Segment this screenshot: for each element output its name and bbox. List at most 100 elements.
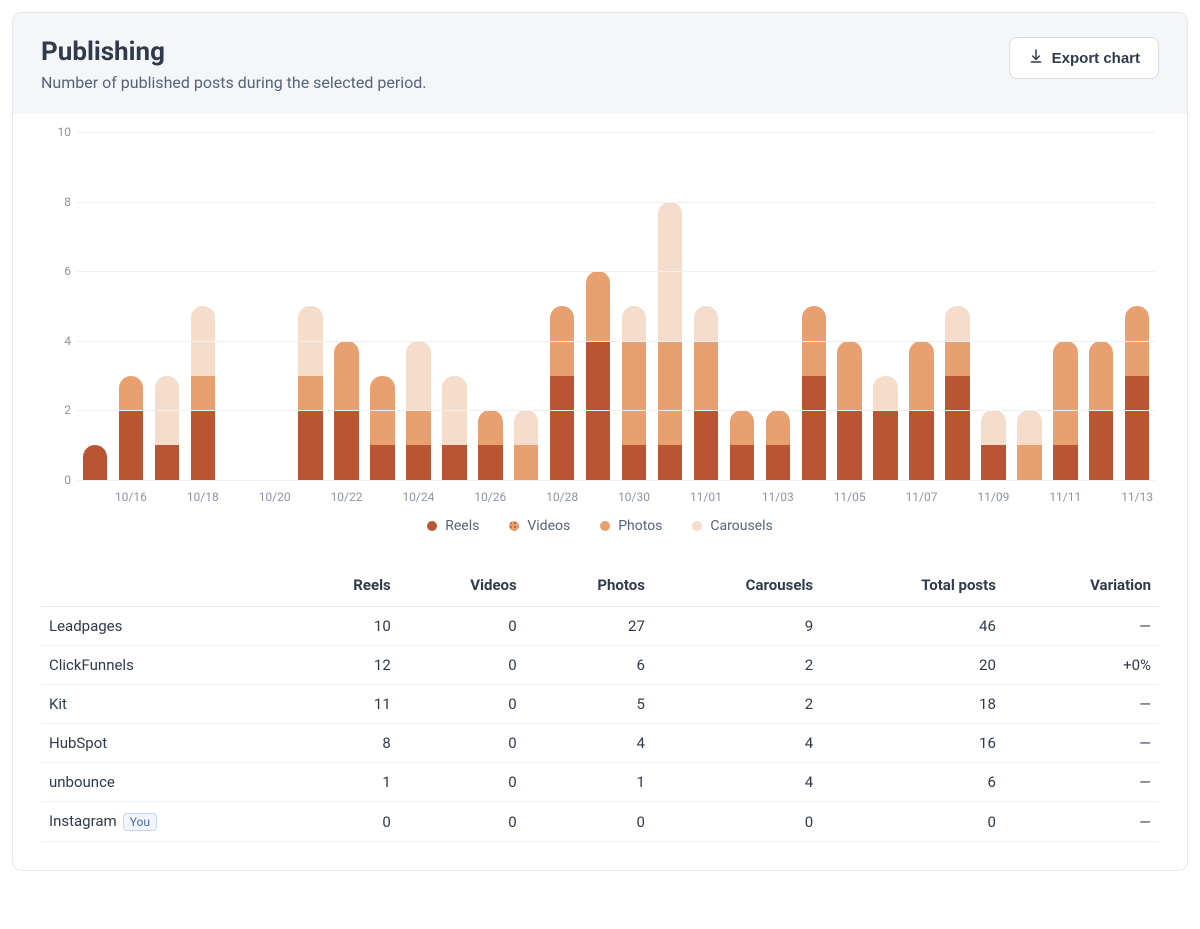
table-header-cell[interactable]: Carousels <box>653 564 821 607</box>
table-header-cell[interactable]: Videos <box>399 564 525 607</box>
bar[interactable] <box>298 306 322 480</box>
legend-swatch-photos <box>600 521 610 531</box>
table-cell: 0 <box>399 763 525 802</box>
bar[interactable] <box>694 306 718 480</box>
table-row: Kit1105218— <box>41 685 1159 724</box>
chart-gridline <box>77 271 1155 272</box>
bar[interactable] <box>191 306 215 480</box>
bar[interactable] <box>945 306 969 480</box>
table-cell: — <box>1004 607 1159 646</box>
bar[interactable] <box>873 376 897 480</box>
chart-ytick: 2 <box>47 403 71 417</box>
bar-slot <box>760 132 796 480</box>
bar-segment-reels <box>873 410 897 480</box>
chart-ytick: 8 <box>47 195 71 209</box>
table-cell: — <box>1004 724 1159 763</box>
table-header-cell[interactable]: Total posts <box>821 564 1004 607</box>
chart-xtick <box>221 484 257 512</box>
bar-slot <box>185 132 221 480</box>
legend-item-reels[interactable]: Reels <box>427 518 479 534</box>
bar-segment-photos <box>514 445 538 480</box>
table-cell: 0 <box>399 646 525 685</box>
table-cell: 16 <box>821 724 1004 763</box>
table-header-cell[interactable]: Variation <box>1004 564 1159 607</box>
legend-item-videos[interactable]: Videos <box>509 518 570 534</box>
table-cell: 0 <box>821 802 1004 842</box>
bar-segment-reels <box>622 445 646 480</box>
chart-xtick: 10/22 <box>329 484 365 512</box>
bar-segment-reels <box>945 376 969 480</box>
bar[interactable] <box>766 410 790 480</box>
bar-segment-carousels <box>406 341 430 411</box>
bar[interactable] <box>802 306 826 480</box>
table-cell: 9 <box>653 607 821 646</box>
bar[interactable] <box>1017 410 1041 480</box>
bar[interactable] <box>370 376 394 480</box>
bar-slot <box>508 132 544 480</box>
bar[interactable] <box>1125 306 1149 480</box>
table-header-cell[interactable] <box>41 564 291 607</box>
publishing-card: Publishing Number of published posts dur… <box>12 12 1188 871</box>
legend-item-carousels[interactable]: Carousels <box>692 518 772 534</box>
table-cell: — <box>1004 685 1159 724</box>
bar-segment-carousels <box>694 306 718 341</box>
chart-xtick: 11/01 <box>688 484 724 512</box>
bar-segment-photos <box>730 410 754 445</box>
bar-segment-carousels <box>873 376 897 411</box>
bar[interactable] <box>730 410 754 480</box>
export-chart-button[interactable]: Export chart <box>1009 37 1159 79</box>
bar[interactable] <box>586 271 610 480</box>
chart-xtick <box>652 484 688 512</box>
bar-slot <box>868 132 904 480</box>
bar[interactable] <box>83 445 107 480</box>
legend-swatch-reels <box>427 521 437 531</box>
bar-segment-photos <box>298 376 322 411</box>
bar[interactable] <box>514 410 538 480</box>
bar-slot <box>688 132 724 480</box>
chart-canvas: 0246810 10/1610/1810/2010/2210/2410/2610… <box>41 132 1159 512</box>
chart-xtick <box>365 484 401 512</box>
table-cell: 46 <box>821 607 1004 646</box>
bar[interactable] <box>622 306 646 480</box>
table-header-cell[interactable]: Photos <box>525 564 653 607</box>
chart-xtick: 10/20 <box>257 484 293 512</box>
chart-xtick: 11/13 <box>1119 484 1155 512</box>
chart-xaxis: 10/1610/1810/2010/2210/2410/2610/2810/30… <box>77 484 1155 512</box>
table-row: HubSpot804416— <box>41 724 1159 763</box>
bar-slot <box>904 132 940 480</box>
bar-segment-reels <box>909 410 933 480</box>
bar-segment-photos <box>622 341 646 445</box>
bar-segment-reels <box>694 410 718 480</box>
bar-segment-reels <box>478 445 502 480</box>
table-cell: 1 <box>291 763 399 802</box>
bar-slot <box>221 132 257 480</box>
legend-item-photos[interactable]: Photos <box>600 518 662 534</box>
table-cell: 27 <box>525 607 653 646</box>
bar[interactable] <box>478 410 502 480</box>
bar-segment-reels <box>83 445 107 480</box>
table-header-cell[interactable]: Reels <box>291 564 399 607</box>
table-cell: 11 <box>291 685 399 724</box>
bar[interactable] <box>442 376 466 480</box>
row-name-cell: HubSpot <box>41 724 291 763</box>
bar-segment-photos <box>478 410 502 445</box>
download-icon <box>1028 48 1044 68</box>
row-name-cell: Kit <box>41 685 291 724</box>
table-row: Leadpages10027946— <box>41 607 1159 646</box>
card-header: Publishing Number of published posts dur… <box>13 13 1187 114</box>
bar-segment-reels <box>442 445 466 480</box>
bar[interactable] <box>981 410 1005 480</box>
bar-slot <box>1011 132 1047 480</box>
bar[interactable] <box>155 376 179 480</box>
export-chart-label: Export chart <box>1052 50 1140 67</box>
chart-xtick-label: 11/05 <box>834 490 866 504</box>
table-cell: 6 <box>525 646 653 685</box>
bar-slot <box>616 132 652 480</box>
bar[interactable] <box>550 306 574 480</box>
bar[interactable] <box>119 376 143 480</box>
table-cell: 8 <box>291 724 399 763</box>
table-cell: 0 <box>399 685 525 724</box>
chart-xtick: 11/11 <box>1047 484 1083 512</box>
chart-xtick-label: 11/13 <box>1121 490 1153 504</box>
bar-segment-reels <box>191 410 215 480</box>
